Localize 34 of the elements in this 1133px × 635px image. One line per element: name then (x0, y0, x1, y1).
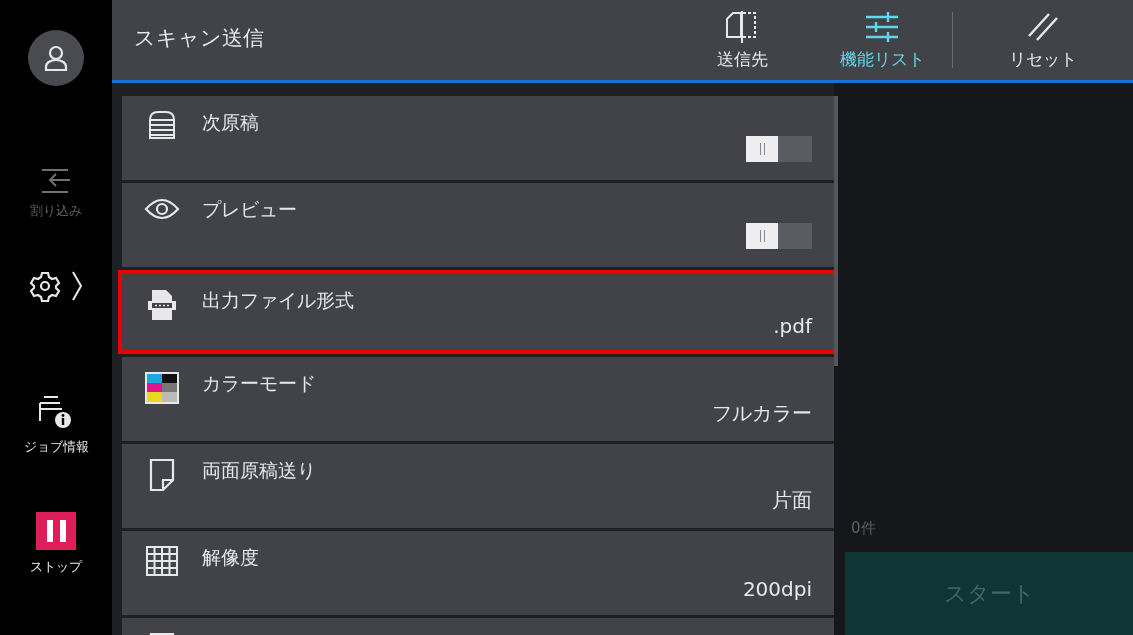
feature-value: 片面 (772, 487, 812, 514)
feature-row[interactable]: 出力ファイル形式 .pdf (118, 270, 834, 354)
feature-label: カラーモード (202, 371, 317, 396)
sidebar-label[interactable]: ジョブ情報 (23, 438, 89, 456)
feature-row[interactable]: プレビュー (122, 183, 834, 267)
feature-row[interactable]: 解像度 200dpi (122, 531, 834, 615)
feature-label: 出力ファイル形式 (202, 288, 355, 313)
feature-row[interactable]: 両面原稿送り 片面 (122, 444, 834, 528)
page-icon (147, 458, 177, 492)
settings-icon[interactable] (29, 270, 61, 302)
job-count: 0件 (850, 519, 877, 539)
feature-row[interactable]: 次原稿 (122, 96, 834, 180)
toggle-switch[interactable] (746, 136, 812, 162)
stop-icon (36, 512, 76, 550)
eye-icon (144, 197, 180, 221)
document-icon (146, 288, 178, 322)
toggle-switch[interactable] (746, 223, 812, 249)
feature-value: .pdf (773, 314, 812, 338)
feature-value: フルカラー (712, 400, 812, 427)
color-palette-icon (144, 371, 180, 405)
feature-label: 解像度 (202, 545, 260, 570)
header-tab[interactable]: 送信先 (672, 0, 812, 80)
header-tab[interactable]: 機能リスト (812, 0, 952, 80)
sidebar-label[interactable]: ストップ (30, 558, 82, 576)
feature-label: 両面原稿送り (202, 458, 317, 483)
feature-label: プレビュー (202, 197, 298, 222)
feature-value: 200dpi (742, 577, 812, 601)
header-tab[interactable]: リセット (973, 0, 1113, 80)
chevron-right-icon[interactable] (71, 270, 83, 302)
feature-label: 次原稿 (202, 110, 260, 135)
feature-row[interactable]: カラーモード フルカラー (122, 357, 834, 441)
grid-icon (145, 545, 179, 577)
screen-title: スキャン送信 (133, 25, 265, 52)
user-avatar[interactable] (28, 30, 84, 86)
